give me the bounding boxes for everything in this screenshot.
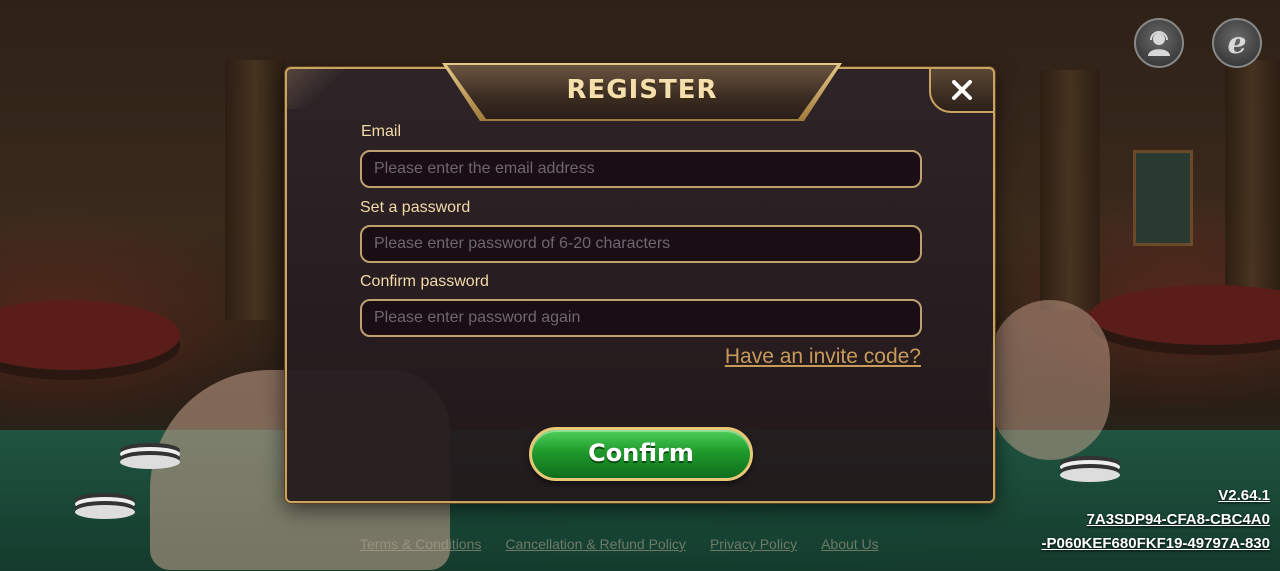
dialog-title: REGISTER xyxy=(566,75,718,105)
cancellation-refund-link[interactable]: Cancellation & Refund Policy xyxy=(505,536,686,552)
background-pillar xyxy=(1040,70,1100,310)
register-dialog: REGISTER Email Set a password Confirm pa… xyxy=(285,63,995,503)
support-agent-icon[interactable] xyxy=(1134,18,1184,68)
confirm-button[interactable]: Confirm xyxy=(529,427,753,481)
invite-code-link[interactable]: Have an invite code? xyxy=(725,345,921,369)
email-label: Email xyxy=(361,123,402,140)
background-pillar xyxy=(225,60,285,320)
privacy-policy-link[interactable]: Privacy Policy xyxy=(710,536,797,552)
background-chips xyxy=(75,505,135,519)
password-field[interactable] xyxy=(360,225,922,263)
password-label: Set a password xyxy=(360,199,471,216)
background-chips xyxy=(1060,468,1120,482)
close-button[interactable] xyxy=(929,67,995,113)
background-dealer-arm xyxy=(990,300,1110,460)
close-icon xyxy=(952,80,972,100)
footer-links: Terms & Conditions Cancellation & Refund… xyxy=(360,536,879,552)
background-painting xyxy=(1133,150,1193,246)
dialog-corner-decoration xyxy=(287,69,347,109)
email-field[interactable] xyxy=(360,150,922,188)
terms-link[interactable]: Terms & Conditions xyxy=(360,536,481,552)
device-id-line2: -P060KEF680FKF19-49797A-830 xyxy=(1041,535,1270,552)
version-info: V2.64.1 7A3SDP94-CFA8-CBC4A0 -P060KEF680… xyxy=(1042,484,1270,556)
about-us-link[interactable]: About Us xyxy=(821,536,879,552)
confirm-password-field[interactable] xyxy=(360,299,922,337)
version-number: V2.64.1 xyxy=(1218,487,1270,504)
device-id-line1: 7A3SDP94-CFA8-CBC4A0 xyxy=(1086,511,1270,528)
browser-e-icon[interactable]: e xyxy=(1212,18,1262,68)
background-chips xyxy=(120,455,180,469)
confirm-button-label: Confirm xyxy=(588,439,694,467)
confirm-password-label: Confirm password xyxy=(360,273,489,290)
background-pillar xyxy=(1225,60,1280,300)
